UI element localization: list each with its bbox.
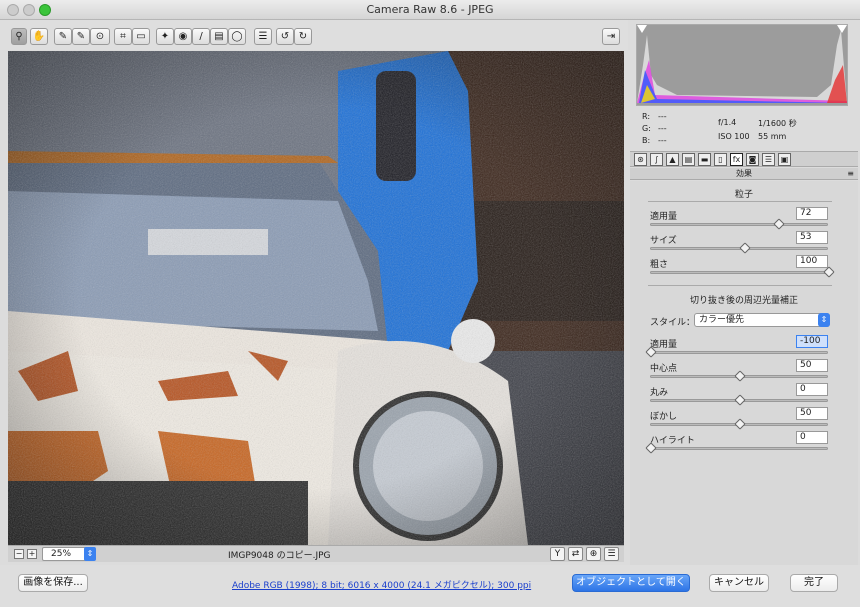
grain-label-0: 適用量 (650, 212, 678, 222)
panel-tabs: ⊛ ∫ ▲ ▤ ▬ ▯ fx ◙ ☰ ▣ (630, 151, 858, 167)
chevron-updown-icon[interactable]: ⇕ (84, 547, 96, 561)
vignette-value-field-4[interactable]: 0 (796, 431, 828, 444)
grain-slider-0[interactable] (650, 218, 828, 230)
straighten-icon[interactable]: ▭ (132, 28, 150, 45)
eyedropper-icon[interactable]: ✎ (54, 28, 72, 45)
grain-label-1: サイズ (650, 236, 677, 246)
histogram-graph (637, 25, 847, 105)
tab-detail[interactable]: ▲ (666, 153, 679, 166)
tab-lens[interactable]: ▯ (714, 153, 727, 166)
grain-slider-thumb-0[interactable] (773, 218, 785, 230)
title-bar: Camera Raw 8.6 - JPEG (0, 0, 860, 20)
graduated-filter-icon[interactable]: ▤ (210, 28, 228, 45)
tab-effects[interactable]: fx (730, 153, 743, 166)
tab-basic[interactable]: ⊛ (634, 153, 647, 166)
panel-header: 効果 ≡ (630, 168, 858, 180)
fullscreen-icon[interactable]: ⇥ (602, 28, 620, 45)
grain-section-title: 粒子 (734, 190, 753, 200)
hand-icon[interactable]: ✋ (30, 28, 48, 45)
targeted-adjust-icon[interactable]: ⊙ (90, 28, 110, 45)
open-object-button[interactable]: オブジェクトとして開く (572, 574, 690, 592)
done-button[interactable]: 完了 (790, 574, 838, 592)
zoom-window-button[interactable] (39, 4, 51, 16)
radial-filter-icon[interactable]: ◯ (228, 28, 246, 45)
grain-separator (648, 201, 832, 202)
image-preview[interactable] (8, 51, 624, 545)
vignette-slider-1[interactable] (650, 370, 828, 382)
preferences-icon[interactable]: ☰ (254, 28, 272, 45)
vignette-slider-0[interactable] (645, 346, 828, 358)
effects-panel: 粒子 適用量 72 サイズ 53 粗さ 100 切り抜き後の周辺光量補正 スタイル： カラ… (630, 181, 858, 565)
status-bar: − + 25% ⇕ IMGP9048 のコピー.JPG Y ⇄ ⊕ ☰ (8, 545, 624, 562)
panel-menu-icon[interactable]: ≡ (847, 168, 854, 180)
right-panel: R: --- G: --- B: --- f/1.4 1/1600 秒 ISO … (628, 20, 860, 565)
tab-hsl[interactable]: ▤ (682, 153, 695, 166)
grain-value-field-0[interactable]: 72 (796, 207, 828, 220)
image-metadata: R: --- G: --- B: --- f/1.4 1/1600 秒 ISO … (642, 112, 797, 145)
file-name: IMGP9048 のコピー.JPG (228, 551, 331, 561)
chevron-updown-icon: ⇕ (818, 313, 830, 327)
tab-snapshots[interactable]: ▣ (778, 153, 791, 166)
tab-presets[interactable]: ☰ (762, 153, 775, 166)
vignette-slider-thumb-3[interactable] (734, 418, 746, 430)
histogram (636, 24, 848, 106)
tab-camera-calibration[interactable]: ◙ (746, 153, 759, 166)
workflow-options-link[interactable]: Adobe RGB (1998); 8 bit; 6016 x 4000 (24… (232, 578, 531, 591)
zoom-in-button[interactable]: + (27, 549, 37, 559)
grain-label-2: 粗さ (650, 260, 669, 270)
window-title: Camera Raw 8.6 - JPEG (366, 3, 494, 16)
tab-split-toning[interactable]: ▬ (698, 153, 711, 166)
photo-car-image (8, 51, 624, 545)
color-sampler-icon[interactable]: ✎ (72, 28, 90, 45)
vignette-style-select[interactable]: カラー優先 ⇕ (694, 313, 830, 327)
grain-slider-2[interactable] (650, 266, 835, 278)
vignette-slider-thumb-1[interactable] (734, 370, 746, 382)
save-image-button[interactable]: 画像を保存... (18, 574, 88, 592)
tool-bar: ⚲ ✋ ✎ ✎ ⊙ ⌗ ▭ ✦ ◉ / ▤ ◯ ☰ ↺ ↻ ⇥ (0, 20, 628, 50)
grain-value-field-1[interactable]: 53 (796, 231, 828, 244)
vignette-label-0: 適用量 (650, 340, 678, 350)
vignette-label-4: ハイライト (650, 436, 695, 446)
bottom-bar: 画像を保存... Adobe RGB (1998); 8 bit; 6016 x… (0, 565, 860, 607)
vignette-label-3: ぼかし (650, 412, 678, 422)
vignette-value-field-0[interactable]: -100 (796, 335, 828, 348)
grain-slider-thumb-2[interactable] (823, 266, 835, 278)
rotate-left-icon[interactable]: ↺ (276, 28, 294, 45)
close-window-button[interactable] (7, 4, 19, 16)
camera-raw-window: Camera Raw 8.6 - JPEG ⚲ ✋ ✎ ✎ ⊙ ⌗ ▭ ✦ ◉ … (0, 0, 860, 607)
tab-tone-curve[interactable]: ∫ (650, 153, 663, 166)
cancel-button[interactable]: キャンセル (709, 574, 769, 592)
vignette-section-title: 切り抜き後の周辺光量補正 (689, 296, 798, 306)
rotate-right-icon[interactable]: ↻ (294, 28, 312, 45)
vignette-slider-thumb-2[interactable] (734, 394, 746, 406)
vignette-value-field-2[interactable]: 0 (796, 383, 828, 396)
red-eye-icon[interactable]: ◉ (174, 28, 192, 45)
vignette-value-field-1[interactable]: 50 (796, 359, 828, 372)
vignette-value-field-3[interactable]: 50 (796, 407, 828, 420)
zoom-out-button[interactable]: − (14, 549, 24, 559)
view-settings-icon[interactable]: ☰ (604, 547, 619, 561)
swap-settings-icon[interactable]: ⇄ (568, 547, 583, 561)
vignette-label-2: 丸み (650, 388, 669, 398)
crop-icon[interactable]: ⌗ (114, 28, 132, 45)
zoom-icon[interactable]: ⚲ (11, 28, 27, 45)
grain-value-field-2[interactable]: 100 (796, 255, 828, 268)
vignette-separator (648, 285, 832, 286)
grain-slider-thumb-1[interactable] (739, 242, 751, 254)
before-after-toggle-icon[interactable]: Y (550, 547, 565, 561)
spot-removal-icon[interactable]: ✦ (156, 28, 174, 45)
minimize-window-button[interactable] (23, 4, 35, 16)
vignette-slider-4[interactable] (645, 442, 828, 454)
vignette-slider-2[interactable] (650, 394, 828, 406)
adjustment-brush-icon[interactable]: / (192, 28, 210, 45)
grain-slider-1[interactable] (650, 242, 828, 254)
vignette-slider-3[interactable] (650, 418, 828, 430)
vignette-label-1: 中心点 (650, 364, 678, 374)
copy-settings-icon[interactable]: ⊕ (586, 547, 601, 561)
style-label: スタイル： (650, 318, 696, 328)
